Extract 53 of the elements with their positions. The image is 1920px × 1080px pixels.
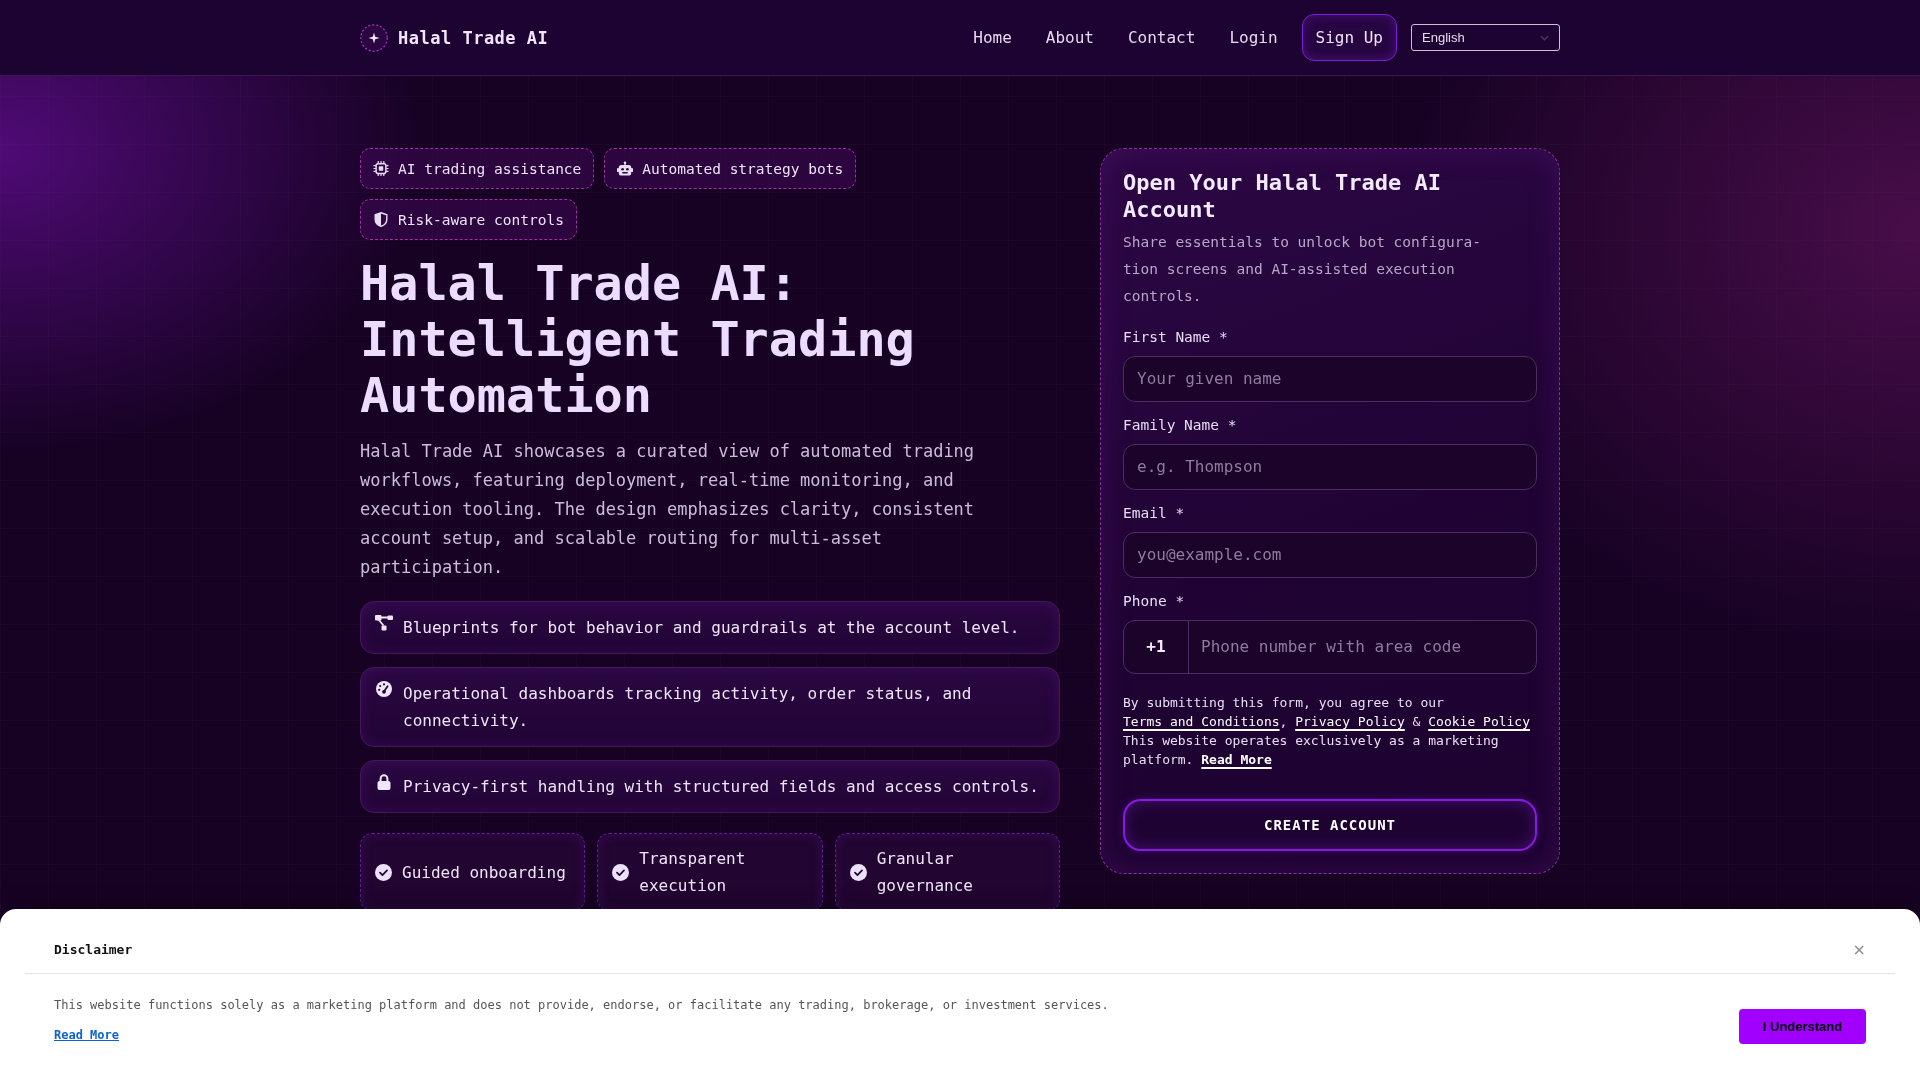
phone-field[interactable]: +1 Phone number with area code	[1123, 619, 1537, 674]
feature-text: Privacy-first handling with structured fields and access controls.	[403, 776, 1039, 798]
check-circle-icon	[849, 863, 867, 881]
field-label: Email *	[1123, 504, 1186, 523]
disclaimer-text: This website functions solely as a marketing platform and does not provide, endorse, or facilitate any trading, brokerage, or investment services.	[54, 997, 1109, 1014]
field-label: Family Name *	[1123, 416, 1238, 435]
highlight-label: Guided onboarding	[402, 861, 566, 884]
gauge-icon	[375, 681, 393, 697]
nav-link[interactable]: Home	[973, 22, 1012, 53]
lock-icon	[375, 774, 393, 790]
chip-icon	[373, 161, 389, 176]
language-select[interactable]: English	[1411, 24, 1560, 51]
feature-tag: Automated strategy bots	[604, 148, 857, 189]
highlight-label: Transparent execution	[639, 848, 747, 897]
field-label: First Name *	[1123, 328, 1229, 347]
feature-text: Blueprints for bot behavior and guardrails at the account level.	[403, 617, 1020, 639]
policy-link[interactable]: Privacy Policy	[1295, 714, 1405, 729]
form-title: Open Your Halal Trade AI Account	[1123, 169, 1442, 223]
page-heading: Halal Trade AI: Intelligent Trading Automation	[360, 255, 916, 423]
close-button[interactable]: ×	[1846, 940, 1872, 960]
read-more-link[interactable]: Read More	[54, 1026, 120, 1044]
caret-icon	[1540, 34, 1549, 41]
check-circle-icon	[375, 863, 392, 881]
feature-tag: Risk-aware controls	[360, 199, 577, 240]
policy-link[interactable]: Read More	[1201, 752, 1272, 767]
nav-link[interactable]: About	[1045, 22, 1094, 53]
feature-text: Operational dashboards tracking activity, order status, and connectivity.	[403, 683, 973, 732]
feature-tag: AI trading assistance	[360, 148, 595, 189]
create-account-button[interactable]: CREATE ACCOUNT	[1123, 799, 1537, 851]
highlight-label: Granular governance	[876, 848, 974, 897]
check-circle-icon	[612, 863, 630, 881]
brand-logo[interactable]: Halal Trade AI	[360, 23, 549, 52]
text-field[interactable]: e.g. Thompson	[1123, 443, 1537, 490]
sparkle-icon	[360, 23, 388, 52]
country-code: +1	[1124, 620, 1189, 673]
form-description: Share essentials to unlock bot configura-tion screens and AI-assisted execution controls.	[1123, 233, 1482, 306]
email-field[interactable]: you@example.com	[1123, 531, 1537, 578]
consent-text: By submitting this form, you agree to our Terms and Conditions, Privacy Policy & Cookie Policy	[1123, 694, 1531, 731]
marketing-notice: This website operates exclusively as a marketing platform. Read More	[1123, 732, 1500, 769]
shield-icon	[373, 212, 389, 227]
disclaimer-title: Disclaimer	[54, 941, 133, 959]
nav-link[interactable]: Contact	[1127, 22, 1196, 53]
nodes-icon	[375, 615, 393, 631]
intro-paragraph: Halal Trade AI showcases a curated view of automated trading workflows, featuring deployment, real-time monitoring, and execution tooling. The design emphasizes clarity, consistent account setup, and scalable routing for multi-asset participation.	[360, 440, 976, 579]
understand-button[interactable]: I Understand	[1739, 1009, 1866, 1044]
policy-link[interactable]: Terms and Conditions	[1123, 714, 1280, 729]
field-label: Phone *	[1123, 592, 1186, 611]
text-field[interactable]: Your given name	[1123, 355, 1537, 402]
nav-link[interactable]: Login	[1229, 22, 1278, 53]
robot-icon	[617, 161, 634, 176]
policy-link[interactable]: Cookie Policy	[1428, 714, 1530, 729]
phone-number-input[interactable]: Phone number with area code	[1189, 620, 1536, 673]
sign-up-button[interactable]: Sign Up	[1301, 14, 1397, 61]
